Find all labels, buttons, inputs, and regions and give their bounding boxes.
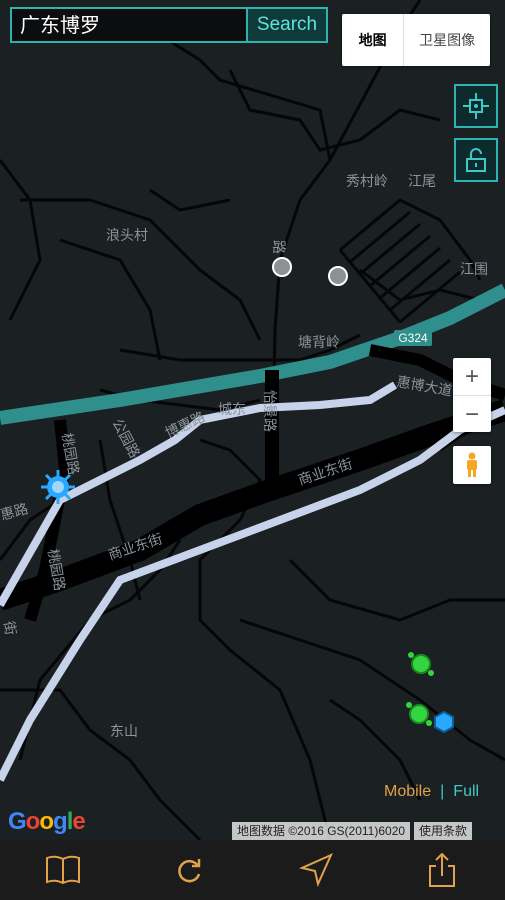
map-attribution: 地图数据 ©2016 GS(2011)6020 使用条款 — [232, 822, 473, 840]
label-jie: 街 — [1, 620, 19, 637]
player-marker-icon[interactable] — [41, 470, 75, 504]
view-mode-links: Mobile | Full — [384, 783, 479, 801]
zoom-out-button[interactable]: − — [453, 396, 491, 433]
zoom-in-button[interactable]: + — [453, 358, 491, 396]
share-button[interactable] — [420, 848, 464, 892]
link-separator: | — [440, 783, 445, 800]
label-tangbeiling: 塘背岭 — [298, 334, 340, 350]
map-type-toggle: 地图 卫星图像 — [342, 14, 490, 66]
pegman-icon — [467, 452, 477, 477]
label-road-top: 路 — [271, 240, 287, 254]
street-view-button[interactable] — [453, 446, 491, 484]
crosshair-target-icon — [463, 93, 489, 119]
search-bar: 广东博罗 Search — [10, 7, 328, 43]
mobile-link[interactable]: Mobile — [384, 783, 431, 800]
lock-button[interactable] — [454, 138, 498, 182]
portal-neutral[interactable] — [328, 266, 348, 286]
map-background — [0, 0, 505, 840]
unlock-icon — [466, 148, 486, 172]
label-chengdong: 城东 — [218, 401, 246, 417]
map-type-map-button[interactable]: 地图 — [342, 14, 405, 66]
share-icon — [428, 852, 455, 887]
crosshair-target-button[interactable] — [454, 84, 498, 128]
label-langtoucun: 浪头村 — [106, 227, 148, 243]
terms-link[interactable]: 使用条款 — [414, 822, 473, 840]
google-logo: Google — [8, 808, 86, 835]
portal-neutral[interactable] — [272, 257, 292, 277]
label-dongshan: 东山 — [110, 723, 138, 739]
zoom-control: + − — [453, 358, 491, 432]
label-jiangwei: 江尾 — [408, 173, 436, 189]
search-button[interactable]: Search — [246, 9, 326, 41]
navigate-button[interactable] — [294, 848, 338, 892]
bottom-toolbar — [0, 840, 505, 900]
navigation-arrow-icon — [298, 853, 333, 888]
g324-shield: G324 — [394, 330, 432, 346]
book-button[interactable] — [41, 848, 85, 892]
refresh-button[interactable] — [167, 848, 211, 892]
search-input[interactable]: 广东博罗 — [12, 9, 246, 41]
label-jiangwei2: 江围 — [460, 261, 488, 277]
refresh-icon — [178, 859, 201, 883]
svg-text:G324: G324 — [398, 331, 428, 345]
label-xiucunling: 秀村岭 — [346, 173, 388, 189]
map-data-credit: 地图数据 ©2016 GS(2011)6020 — [232, 822, 411, 840]
portal-blue[interactable] — [434, 710, 454, 734]
book-icon — [46, 855, 81, 885]
full-link[interactable]: Full — [453, 783, 479, 800]
label-yijinglu: 怡景路 — [262, 390, 278, 432]
map-type-satellite-button[interactable]: 卫星图像 — [404, 14, 490, 66]
map-canvas[interactable]: 秀村岭 江尾 浪头村 江围 塘背岭 惠博大道 怡景路 博惠路 城东 公园路 桃园… — [0, 0, 505, 840]
